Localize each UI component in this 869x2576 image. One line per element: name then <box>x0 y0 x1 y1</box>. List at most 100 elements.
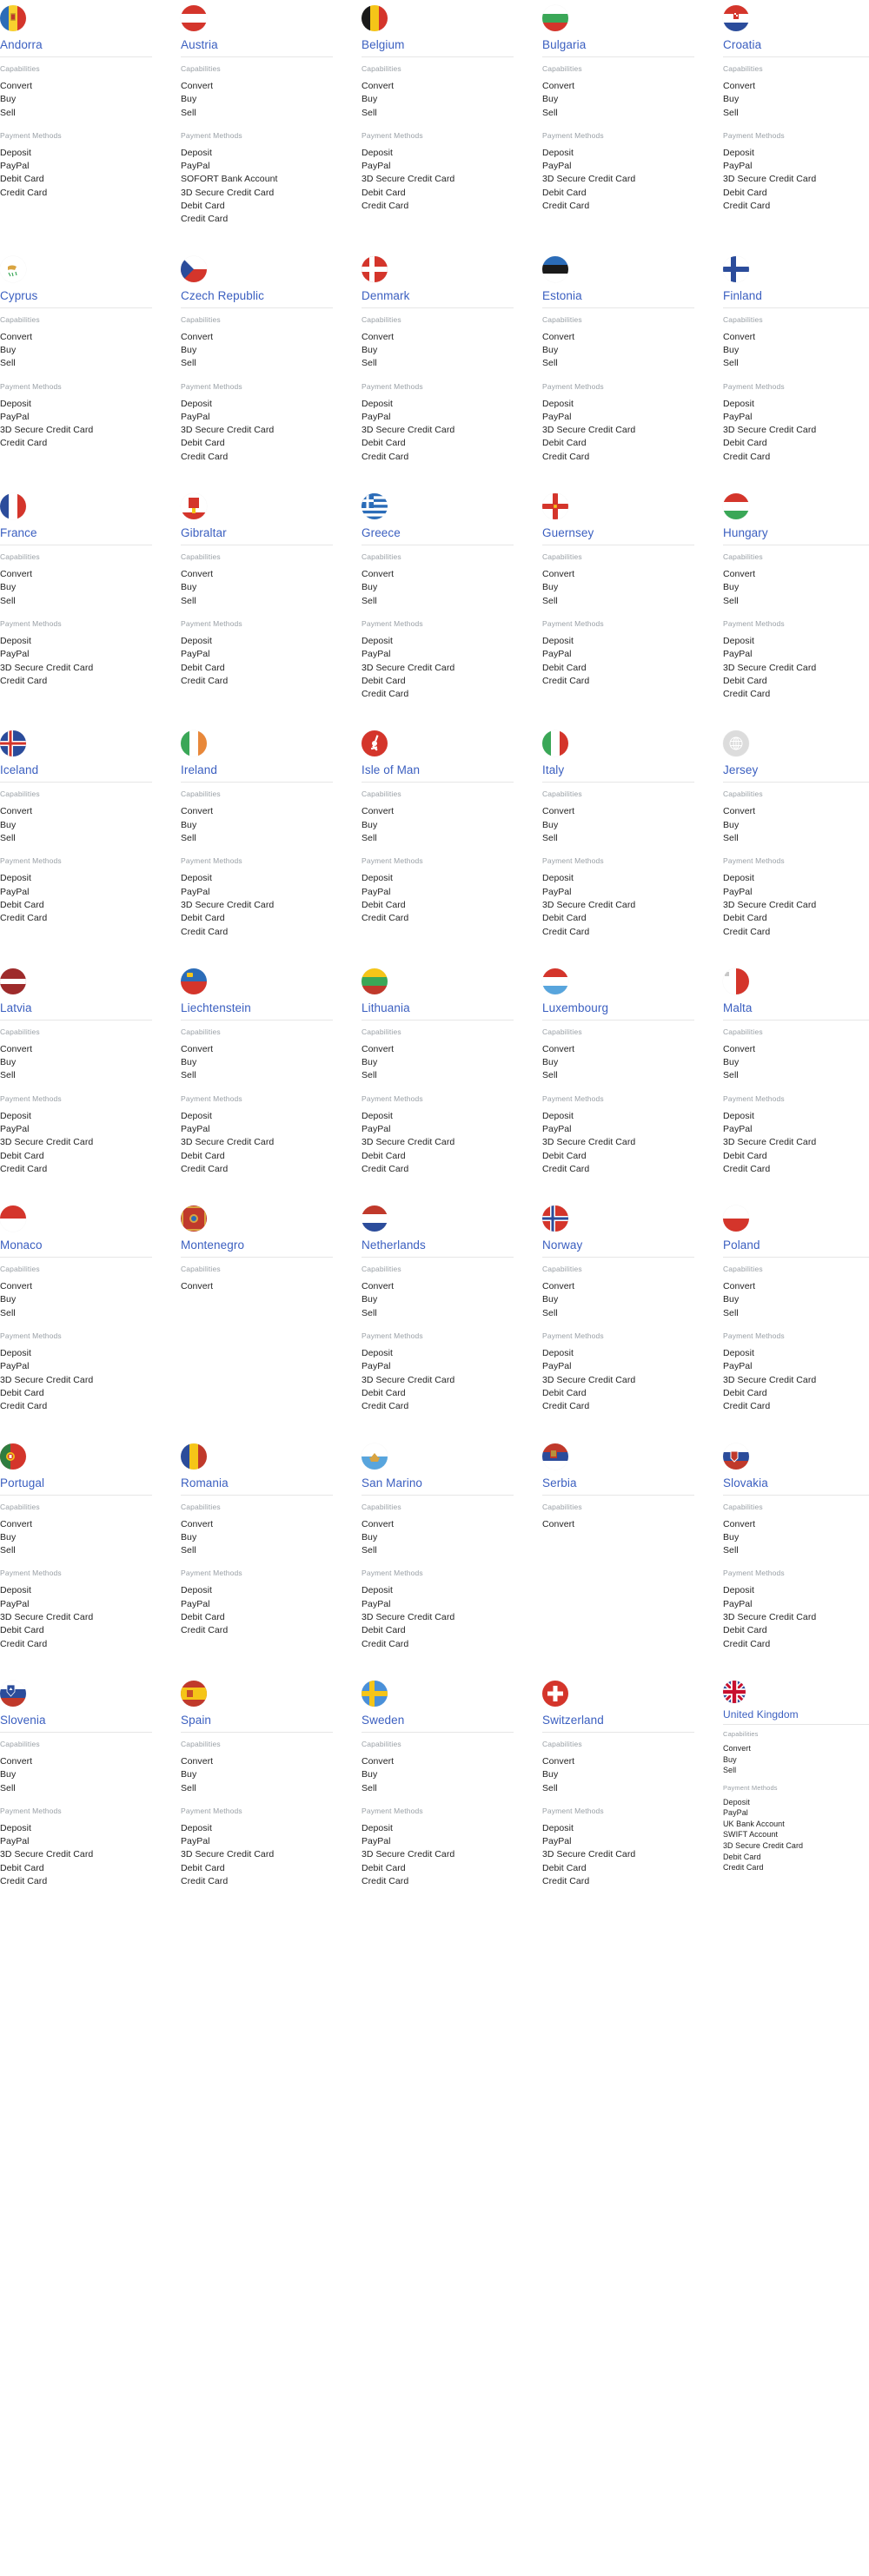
country-name-link[interactable]: Malta <box>723 1001 869 1015</box>
capabilities-heading: Capabilities <box>723 1027 763 1036</box>
capabilities-list: Convert Buy Sell <box>181 568 333 608</box>
country-name-link[interactable]: Latvia <box>0 1001 152 1015</box>
country-name-link[interactable]: Estonia <box>542 289 694 303</box>
country-name-link[interactable]: Montenegro <box>181 1238 333 1252</box>
payment-method-item: Deposit <box>723 398 754 409</box>
payment-method-item: Deposit <box>181 1110 212 1121</box>
country-name-link[interactable]: Denmark <box>362 289 514 303</box>
country-name-link[interactable]: United Kingdom <box>723 1708 869 1721</box>
country-cell: Luxembourg Capabilities Convert Buy Sell Paym… <box>542 963 716 1200</box>
capabilities-heading: Capabilities <box>723 1265 763 1274</box>
capability-item: Buy <box>0 94 17 105</box>
country-name-link[interactable]: Liechtenstein <box>181 1001 333 1015</box>
payment-methods-list: Deposit PayPal Debit Card Credit Card <box>181 635 333 688</box>
country-name-link[interactable]: Bulgaria <box>542 38 694 52</box>
country-name-link[interactable]: Italy <box>542 763 694 777</box>
country-card: Spain Capabilities Convert Buy Sell Payment M… <box>181 1675 333 1888</box>
flag-belgium-icon <box>362 5 388 31</box>
country-cell: Poland Capabilities Convert Buy Sell Payment … <box>723 1200 869 1437</box>
card-divider <box>362 1494 514 1496</box>
country-name-link[interactable]: Sweden <box>362 1714 514 1727</box>
capability-item: Sell <box>723 1766 737 1775</box>
payment-methods-heading: Payment Methods <box>181 1806 242 1815</box>
payment-methods-list: Deposit PayPal SOFORT Bank Account 3D Secur… <box>181 147 333 227</box>
country-name-link[interactable]: Iceland <box>0 763 152 777</box>
country-name-link[interactable]: Ireland <box>181 763 333 777</box>
country-name-link[interactable]: Switzerland <box>542 1714 694 1727</box>
payment-methods-list: Deposit PayPal 3D Secure Credit Card Debit … <box>542 1110 694 1176</box>
payment-method-item: Deposit <box>723 1110 754 1121</box>
country-name-link[interactable]: Austria <box>181 38 333 52</box>
payment-methods-heading: Payment Methods <box>723 1783 778 1792</box>
payment-methods-list: Deposit PayPal 3D Secure Credit Card Debit … <box>542 1347 694 1413</box>
capabilities-list: Convert Buy Sell <box>181 1043 333 1083</box>
country-name-link[interactable]: Czech Republic <box>181 289 333 303</box>
country-name-link[interactable]: Belgium <box>362 38 514 52</box>
payment-method-item: Deposit <box>723 147 754 158</box>
payment-method-item: PayPal <box>0 1598 30 1609</box>
country-name-link[interactable]: Jersey <box>723 763 869 777</box>
country-cell: Spain Capabilities Convert Buy Sell Payment M… <box>181 1675 355 1912</box>
capability-item: Sell <box>362 358 377 369</box>
flag-gibraltar-icon <box>181 493 207 520</box>
country-name-link[interactable]: Cyprus <box>0 289 152 303</box>
payment-method-item: Credit Card <box>181 675 229 686</box>
country-name-link[interactable]: Isle of Man <box>362 763 514 777</box>
country-name-link[interactable]: Serbia <box>542 1476 694 1490</box>
capabilities-list: Convert Buy Sell <box>723 1743 869 1776</box>
payment-methods-list: Deposit PayPal 3D Secure Credit Card Debit … <box>362 147 514 213</box>
country-name-link[interactable]: Slovakia <box>723 1476 869 1490</box>
country-name-link[interactable]: Slovenia <box>0 1714 152 1727</box>
country-name-link[interactable]: Romania <box>181 1476 333 1490</box>
country-cell: San Marino Capabilities Convert Buy Sell Paym… <box>362 1438 535 1675</box>
payment-method-item: PayPal <box>0 649 30 660</box>
country-name-link[interactable]: Andorra <box>0 38 152 52</box>
country-name-link[interactable]: Lithuania <box>362 1001 514 1015</box>
country-name-link[interactable]: Greece <box>362 526 514 540</box>
country-name-link[interactable]: Hungary <box>723 526 869 540</box>
capability-item: Buy <box>723 1294 740 1305</box>
payment-methods-list: Deposit PayPal 3D Secure Credit Card Debit … <box>0 1822 152 1888</box>
payment-method-item: Credit Card <box>723 451 771 462</box>
payment-method-item: Debit Card <box>362 899 406 910</box>
country-name-link[interactable]: Spain <box>181 1714 333 1727</box>
country-name-link[interactable]: Portugal <box>0 1476 152 1490</box>
payment-methods-heading: Payment Methods <box>362 1331 423 1341</box>
country-name-link[interactable]: Poland <box>723 1238 869 1252</box>
capability-item: Sell <box>723 1545 739 1556</box>
payment-method-item: PayPal <box>0 1361 30 1372</box>
country-name-link[interactable]: Monaco <box>0 1238 152 1252</box>
country-name-link[interactable]: France <box>0 526 152 540</box>
country-name-link[interactable]: San Marino <box>362 1476 514 1490</box>
payment-method-item: PayPal <box>362 1836 391 1847</box>
payment-methods-list: Deposit PayPal 3D Secure Credit Card Debit … <box>542 398 694 464</box>
country-name-link[interactable]: Luxembourg <box>542 1001 694 1015</box>
globe-placeholder-icon <box>723 730 749 757</box>
country-card: Monaco Capabilities Convert Buy Sell Payment … <box>0 1200 152 1413</box>
payment-method-item: PayPal <box>0 1123 30 1134</box>
country-cell: Portugal Capabilities Convert Buy Sell Paymen… <box>0 1438 174 1675</box>
country-cell: Denmark Capabilities Convert Buy Sell Payment… <box>362 251 535 488</box>
country-name-link[interactable]: Norway <box>542 1238 694 1252</box>
capabilities-heading: Capabilities <box>0 64 40 73</box>
payment-method-item: Credit Card <box>181 214 229 225</box>
payment-method-item: PayPal <box>542 649 572 660</box>
country-name-link[interactable]: Guernsey <box>542 526 694 540</box>
capability-item: Buy <box>723 582 740 593</box>
payment-method-item: Credit Card <box>0 438 48 449</box>
flag-united-kingdom-icon <box>723 1680 746 1703</box>
country-cell: Belgium Capabilities Convert Buy Sell Payment… <box>362 0 535 251</box>
capability-item: Convert <box>362 1755 395 1767</box>
country-name-link[interactable]: Finland <box>723 289 869 303</box>
country-card: Bulgaria Capabilities Convert Buy Sell Paymen… <box>542 0 694 213</box>
country-card: Guernsey Capabilities Convert Buy Sell Paymen… <box>542 488 694 688</box>
country-name-link[interactable]: Netherlands <box>362 1238 514 1252</box>
capability-item: Convert <box>362 1043 395 1054</box>
country-name-link[interactable]: Croatia <box>723 38 869 52</box>
country-name-link[interactable]: Gibraltar <box>181 526 333 540</box>
payment-methods-heading: Payment Methods <box>542 130 604 140</box>
